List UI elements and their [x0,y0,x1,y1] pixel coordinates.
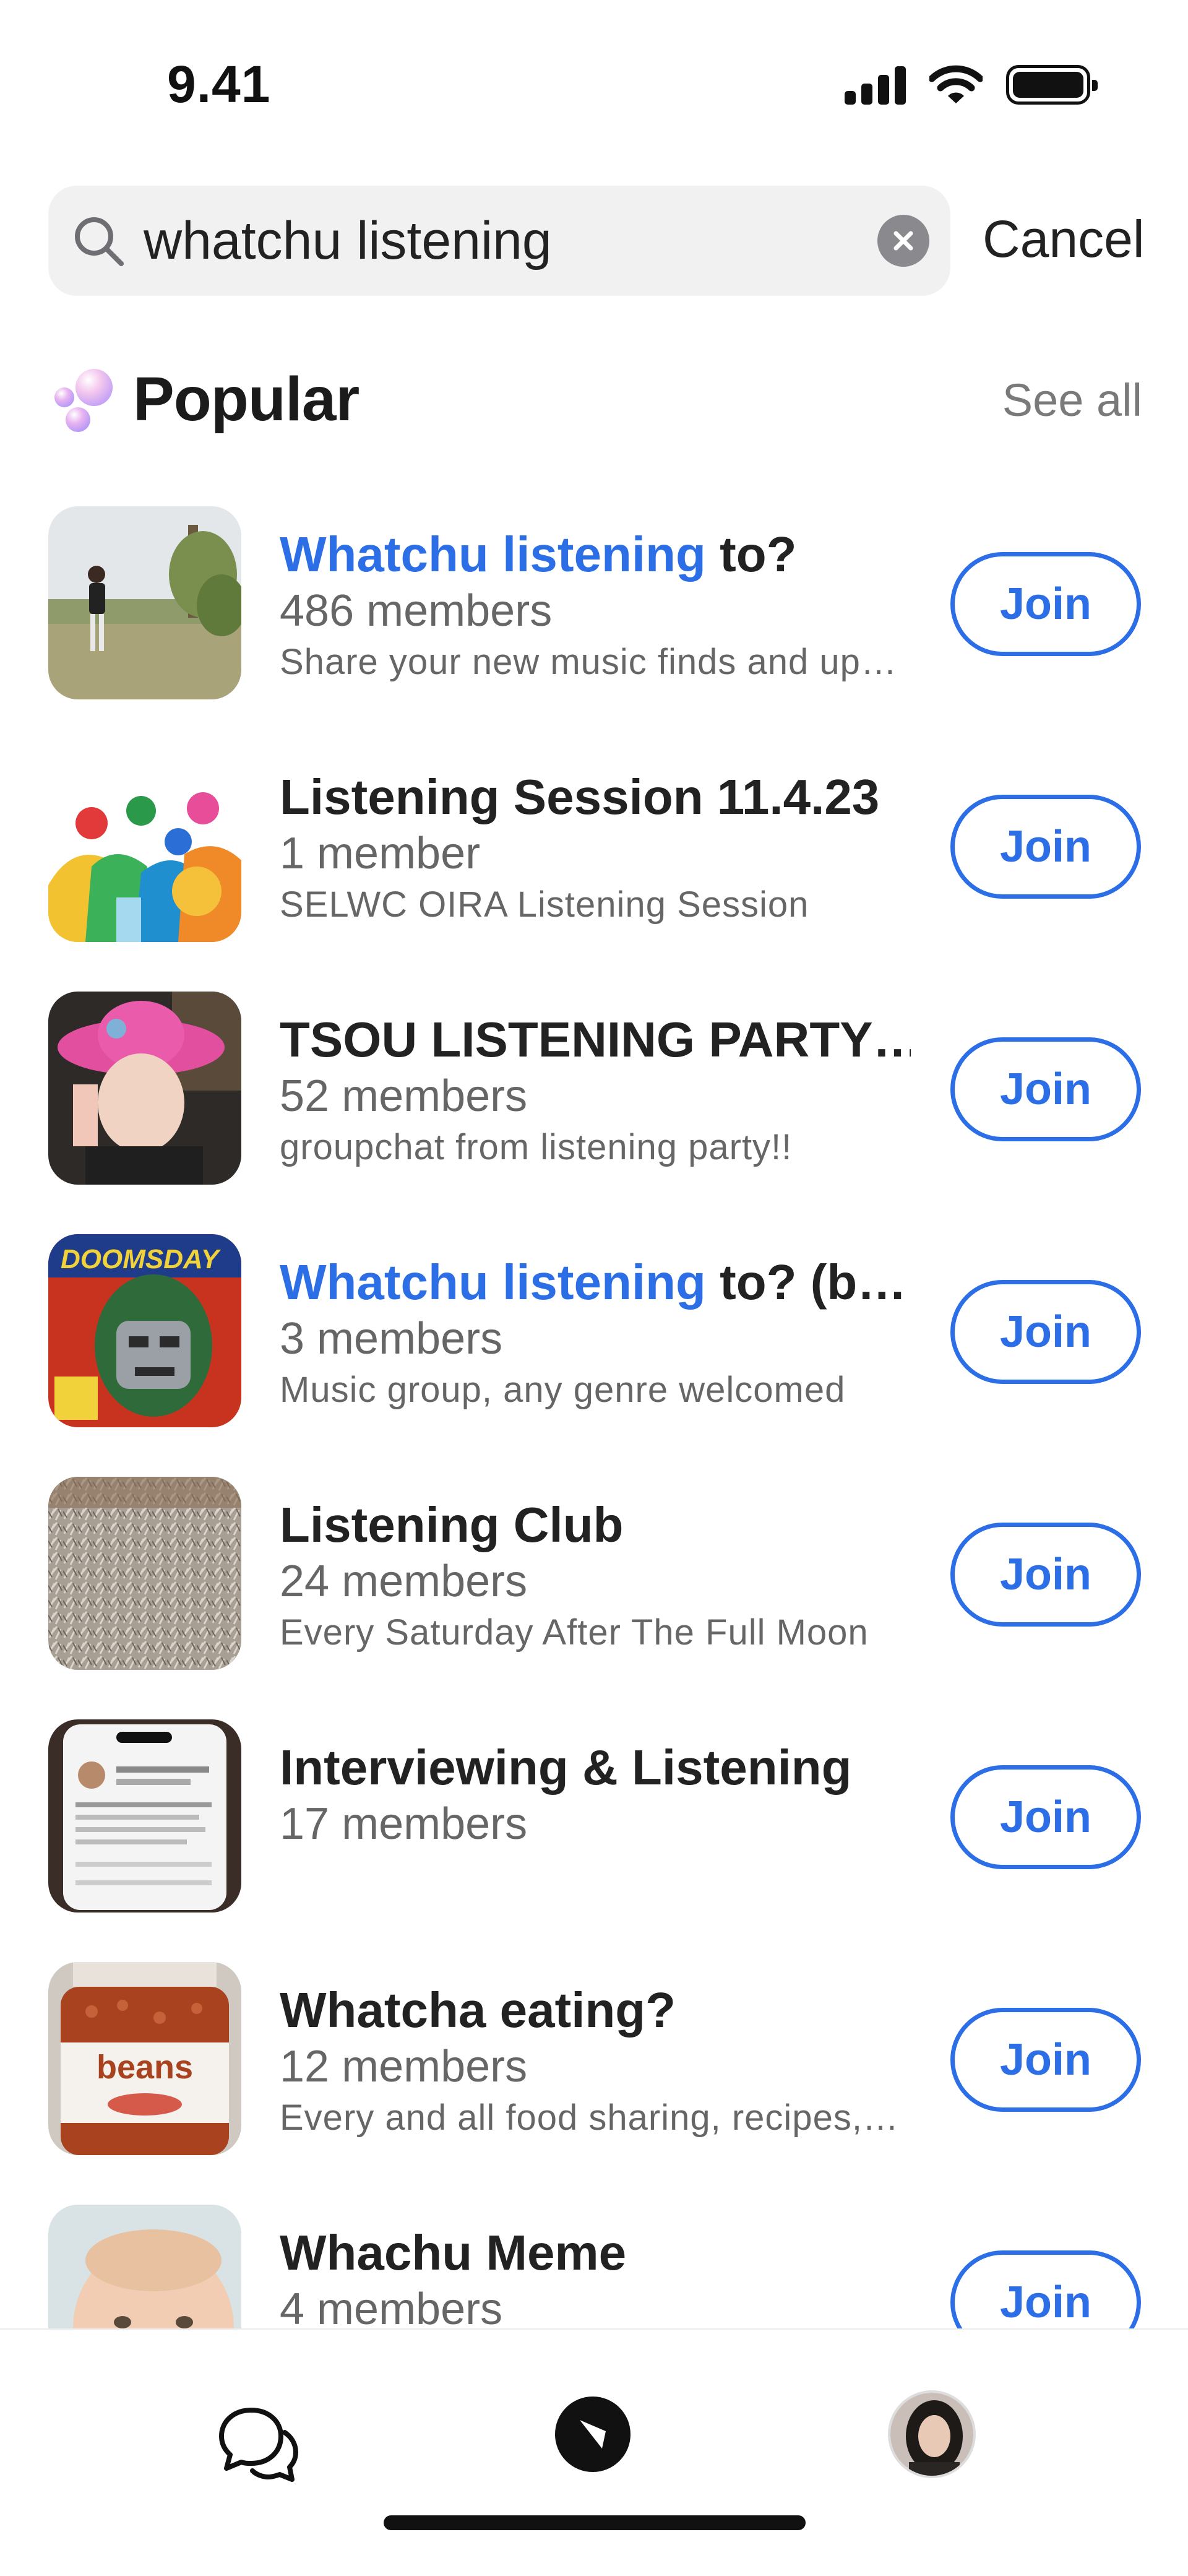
group-row[interactable]: TSOU LISTENING PARTY… 52 members groupch… [0,992,1188,1234]
group-title-rest: Interviewing & Listening [280,1740,852,1795]
status-bar: 9.41 [0,0,1188,173]
wifi-icon [929,65,983,103]
see-all-link[interactable]: See all [1002,374,1142,426]
album-cover-doomsday-image: DOOMSDAY [48,1234,241,1427]
search-icon [75,217,124,266]
group-title-rest: Whatcha eating? [280,1982,676,2038]
group-description: Every and all food sharing, recipes,… [280,2098,899,2138]
profile-avatar[interactable] [888,2390,976,2478]
chats-icon[interactable] [217,2401,299,2484]
photo-fur-texture-image [48,1477,241,1670]
group-list: Whatchu listening to? 486 members Share … [0,506,1188,2447]
group-row[interactable]: Listening Club 24 members Every Saturday… [0,1477,1188,1719]
group-title-rest: Whachu Meme [280,2225,627,2280]
join-button[interactable]: Join [950,1523,1141,1627]
battery-icon [1006,65,1098,105]
group-row[interactable]: Whatchu listening to? 486 members Share … [0,506,1188,749]
group-title: Interviewing & Listening [280,1739,911,1796]
home-indicator [384,2515,806,2530]
group-members-count: 24 members [280,1557,528,1606]
colorful-people-figures-image [48,749,241,942]
group-title-rest: TSOU LISTENING PARTY… [280,1012,911,1067]
group-title-rest: to? [705,527,797,582]
close-icon [893,231,913,251]
group-members-count: 3 members [280,1314,503,1364]
group-title: Whatchu listening to? (b… [280,1254,911,1311]
group-thumbnail: DOOMSDAY [48,1234,241,1427]
groups-search-screen: 9.41 Can [0,0,1188,2576]
svg-text:DOOMSDAY: DOOMSDAY [61,1244,222,1274]
group-description: Every Saturday After The Full Moon [280,1612,869,1653]
photo-phone-screenshot-image [48,1719,241,1913]
section-title: Popular [133,365,359,434]
join-button[interactable]: Join [950,552,1141,656]
photo-beans-jar-image: beans [48,1962,241,2155]
group-members-count: 52 members [280,1071,528,1121]
group-row[interactable]: Listening Session 11.4.23 1 member SELWC… [0,749,1188,992]
status-time: 9.41 [167,55,271,113]
photo-pink-cowboy-hat-image [48,992,241,1185]
group-title: Whatcha eating? [280,1982,911,2039]
group-members-count: 486 members [280,586,553,636]
search-input[interactable] [144,186,886,296]
cancel-button[interactable]: Cancel [983,209,1144,269]
group-title: TSOU LISTENING PARTY… [280,1011,911,1068]
group-title-rest: Listening Club [280,1497,624,1552]
cellular-signal-icon [845,65,906,105]
group-title-highlight: Whatchu listening [280,527,706,582]
clear-search-button[interactable] [877,215,929,267]
tab-bar [0,2328,1188,2576]
group-title: Listening Session 11.4.23 [280,769,911,826]
group-thumbnail [48,506,241,699]
compass-needle-icon [580,2420,606,2448]
group-description: Music group, any genre welcomed [280,1370,846,1410]
group-members-count: 4 members [280,2284,503,2334]
join-button[interactable]: Join [950,795,1141,899]
group-row[interactable]: Interviewing & Listening 17 members Join [0,1719,1188,1962]
join-button[interactable]: Join [950,1280,1141,1384]
search-bar [48,186,950,296]
avatar-image [890,2393,973,2476]
group-description: Share your new music finds and up… [280,642,897,682]
group-title: Listening Club [280,1497,911,1554]
group-thumbnail [48,1719,241,1913]
group-members-count: 17 members [280,1799,528,1849]
discover-compass-icon[interactable] [555,2397,631,2472]
group-description: SELWC OIRA Listening Session [280,884,809,925]
svg-text:beans: beans [97,2049,193,2086]
join-button[interactable]: Join [950,2008,1141,2112]
group-members-count: 12 members [280,2042,528,2091]
group-title-rest: to? (b… [705,1255,907,1310]
photo-person-field-image [48,506,241,699]
group-thumbnail [48,749,241,942]
group-description: groupchat from listening party!! [280,1127,793,1167]
group-title-rest: Listening Session 11.4.23 [280,769,880,824]
group-title-highlight: Whatchu listening [280,1255,706,1310]
join-button[interactable]: Join [950,1765,1141,1869]
group-row[interactable]: DOOMSDAY Whatchu listening to? (b… 3 mem… [0,1234,1188,1477]
popular-bubbles-icon [54,369,113,432]
group-members-count: 1 member [280,829,481,878]
group-thumbnail: beans [48,1962,241,2155]
join-button[interactable]: Join [950,1037,1141,1141]
group-thumbnail [48,1477,241,1670]
group-thumbnail [48,992,241,1185]
group-title: Whachu Meme [280,2224,911,2281]
status-icons [845,65,1098,105]
group-title: Whatchu listening to? [280,526,911,583]
group-row[interactable]: beans Whatcha eating? 12 members Every a… [0,1962,1188,2205]
